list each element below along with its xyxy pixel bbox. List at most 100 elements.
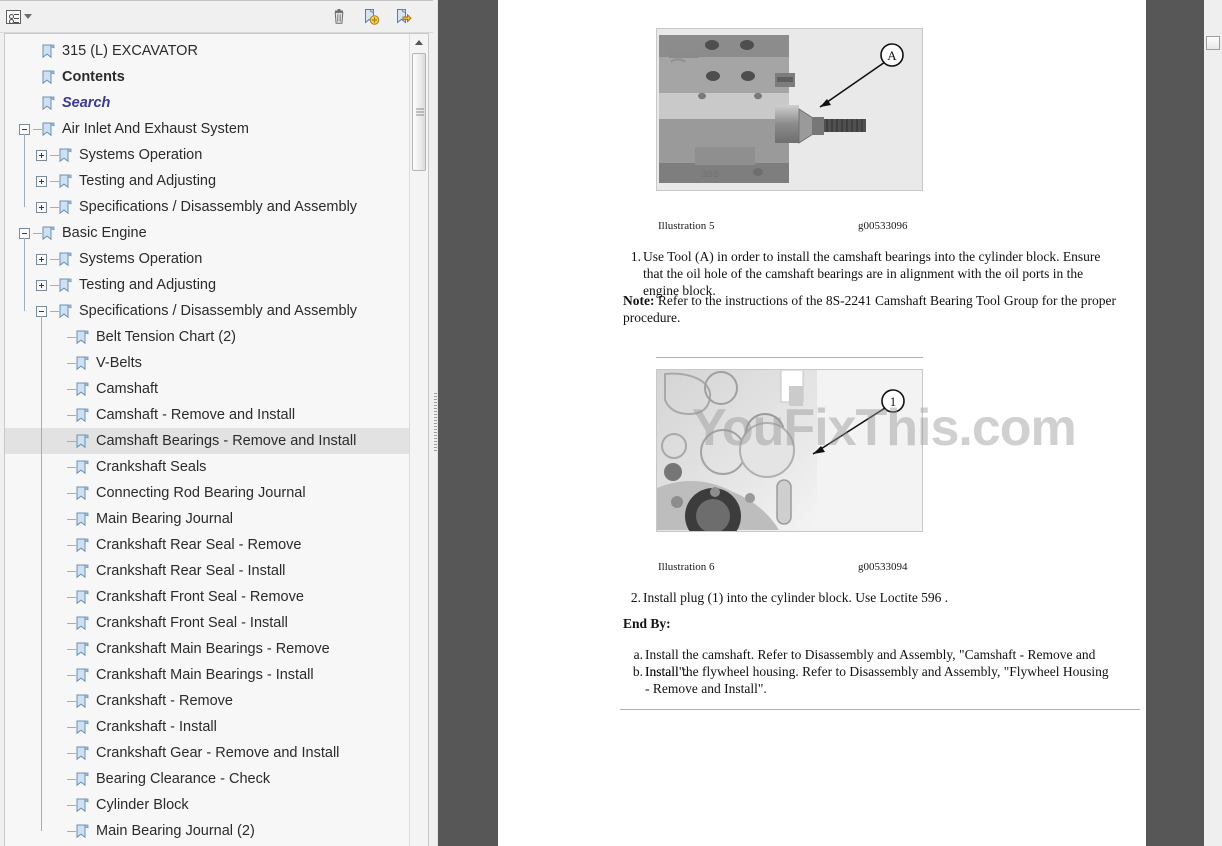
- bookmark-item[interactable]: Specifications / Disassembly and Assembl…: [5, 298, 409, 324]
- bookmark-item[interactable]: Crankshaft - Remove: [5, 688, 409, 714]
- bookmark-item[interactable]: 315 (L) EXCAVATOR: [5, 38, 409, 64]
- tree-connector-line: [67, 414, 76, 416]
- bookmark-ribbon-icon: [76, 564, 89, 579]
- collapse-toggle-icon[interactable]: [19, 123, 30, 135]
- bookmark-item[interactable]: Search: [5, 90, 409, 116]
- bookmark-item[interactable]: Crankshaft Gear - Remove and Install: [5, 740, 409, 766]
- chevron-down-icon: [24, 14, 32, 19]
- bookmark-item[interactable]: Air Inlet And Exhaust System: [5, 116, 409, 142]
- bookmark-item-label: Connecting Rod Bearing Journal: [96, 485, 306, 501]
- tree-connector-line: [67, 648, 76, 650]
- bookmark-item[interactable]: Camshaft: [5, 376, 409, 402]
- step-2-marker: 2.: [630, 590, 641, 605]
- bookmark-item-label: Crankshaft Rear Seal - Install: [96, 563, 286, 579]
- illustration-5-photo: 3SS A: [656, 28, 923, 191]
- bookmark-item[interactable]: Basic Engine: [5, 220, 409, 246]
- collapse-toggle-icon[interactable]: [36, 305, 47, 317]
- bookmark-item-label: Crankshaft Seals: [96, 459, 207, 475]
- end-by-item-b: b. Install the flywheel housing. Refer t…: [633, 663, 1115, 697]
- tree-connector-line: [67, 544, 76, 546]
- bookmark-item-label: Crankshaft Front Seal - Remove: [96, 589, 304, 605]
- bookmark-item-label: Testing and Adjusting: [79, 277, 217, 293]
- scrollbar-thumb[interactable]: [412, 53, 426, 171]
- bookmark-item-label: V-Belts: [96, 355, 142, 371]
- bookmark-item[interactable]: Crankshaft Front Seal - Install: [5, 610, 409, 636]
- bookmark-ribbon-icon: [42, 44, 55, 59]
- expand-bookmark-icon[interactable]: [393, 7, 413, 27]
- tree-connector-line: [33, 128, 42, 130]
- bookmark-item[interactable]: Testing and Adjusting: [5, 168, 409, 194]
- bookmark-item[interactable]: V-Belts: [5, 350, 409, 376]
- tree-connector-line: [67, 700, 76, 702]
- bookmark-item[interactable]: Contents: [5, 64, 409, 90]
- tree-connector-line: [50, 284, 59, 286]
- section-divider-top: [656, 357, 923, 358]
- bookmark-item-label: Systems Operation: [79, 147, 203, 163]
- bookmark-item-label: Camshaft: [96, 381, 159, 397]
- illustration-5-number: Illustration 5: [658, 220, 715, 232]
- document-page: 3SS A Illustration 5 g00533096 1. Use To…: [498, 0, 1146, 846]
- tree-connector-line: [67, 440, 76, 442]
- tree-connector-line: [67, 570, 76, 572]
- bookmark-item[interactable]: Connecting Rod Bearing Journal: [5, 480, 409, 506]
- expand-toggle-icon[interactable]: [36, 149, 47, 161]
- bookmarks-tree[interactable]: 315 (L) EXCAVATOR Contents Search Air Inlet…: [5, 34, 409, 846]
- bookmark-item[interactable]: Main Bearing Journal: [5, 506, 409, 532]
- bookmark-ribbon-icon: [76, 356, 89, 371]
- tree-connector-line: [67, 596, 76, 598]
- bookmark-ribbon-icon: [59, 174, 72, 189]
- new-bookmark-icon[interactable]: [361, 7, 381, 27]
- bookmark-item[interactable]: Camshaft - Remove and Install: [5, 402, 409, 428]
- bookmark-item[interactable]: Specifications / Disassembly and Assembl…: [5, 194, 409, 220]
- bookmarks-toolbar: [0, 1, 433, 33]
- bookmark-item[interactable]: Crankshaft Rear Seal - Install: [5, 558, 409, 584]
- tree-connector-line: [67, 336, 76, 338]
- bookmark-ribbon-icon: [76, 616, 89, 631]
- bookmark-item[interactable]: Crankshaft - Install: [5, 714, 409, 740]
- bookmark-ribbon-icon: [76, 538, 89, 553]
- step-2-paragraph: 2. Install plug (1) into the cylinder bl…: [631, 589, 1121, 606]
- document-viewer: 3SS A Illustration 5 g00533096 1. Use To…: [438, 0, 1222, 846]
- bookmark-item[interactable]: Testing and Adjusting: [5, 272, 409, 298]
- bookmark-ribbon-icon: [59, 148, 72, 163]
- expand-toggle-icon[interactable]: [36, 201, 47, 213]
- bookmark-ribbon-icon: [76, 694, 89, 709]
- bookmark-item-label: Specifications / Disassembly and Assembl…: [79, 199, 358, 215]
- bookmark-ribbon-icon: [76, 460, 89, 475]
- bookmark-item[interactable]: Camshaft Bearings - Remove and Install: [5, 428, 409, 454]
- bookmark-item[interactable]: Cylinder Block: [5, 792, 409, 818]
- bookmark-item-label: 315 (L) EXCAVATOR: [62, 43, 198, 59]
- bookmark-options-button[interactable]: [4, 7, 34, 27]
- bookmark-item[interactable]: Crankshaft Front Seal - Remove: [5, 584, 409, 610]
- document-scrollbar[interactable]: [1204, 0, 1222, 846]
- expand-toggle-icon[interactable]: [36, 253, 47, 265]
- scroll-up-arrow[interactable]: [410, 34, 428, 51]
- bookmark-item[interactable]: Systems Operation: [5, 246, 409, 272]
- end-by-item-a-marker: a.: [633, 647, 643, 662]
- section-divider-bottom: [620, 709, 1140, 710]
- bookmarks-scrollbar[interactable]: [409, 34, 428, 846]
- delete-bookmark-icon[interactable]: [329, 7, 349, 27]
- illustration-6-number: Illustration 6: [658, 561, 715, 573]
- bookmark-item[interactable]: Crankshaft Main Bearings - Install: [5, 662, 409, 688]
- bookmark-item[interactable]: Main Bearing Journal (2): [5, 818, 409, 844]
- tree-connector-line: [67, 778, 76, 780]
- note-text: Refer to the instructions of the 8S-2241…: [623, 293, 1116, 325]
- collapse-toggle-icon[interactable]: [19, 227, 30, 239]
- tree-connector-line: [41, 316, 42, 831]
- bookmark-item[interactable]: Bearing Clearance - Check: [5, 766, 409, 792]
- bookmark-item-label: Main Bearing Journal: [96, 511, 234, 527]
- bookmark-ribbon-icon: [76, 642, 89, 657]
- bookmark-item[interactable]: Crankshaft Main Bearings - Remove: [5, 636, 409, 662]
- bookmark-item[interactable]: Systems Operation: [5, 142, 409, 168]
- bookmark-item[interactable]: Crankshaft Rear Seal - Remove: [5, 532, 409, 558]
- bookmark-item-label: Basic Engine: [62, 225, 147, 241]
- expand-toggle-icon[interactable]: [36, 175, 47, 187]
- bookmark-item[interactable]: Crankshaft Seals: [5, 454, 409, 480]
- expand-toggle-icon[interactable]: [36, 279, 47, 291]
- bookmark-item[interactable]: Belt Tension Chart (2): [5, 324, 409, 350]
- bookmark-item-label: Crankshaft Gear - Remove and Install: [96, 745, 340, 761]
- bookmark-ribbon-icon: [59, 278, 72, 293]
- tree-connector-line: [67, 752, 76, 754]
- document-scrollbar-thumb[interactable]: [1206, 36, 1220, 50]
